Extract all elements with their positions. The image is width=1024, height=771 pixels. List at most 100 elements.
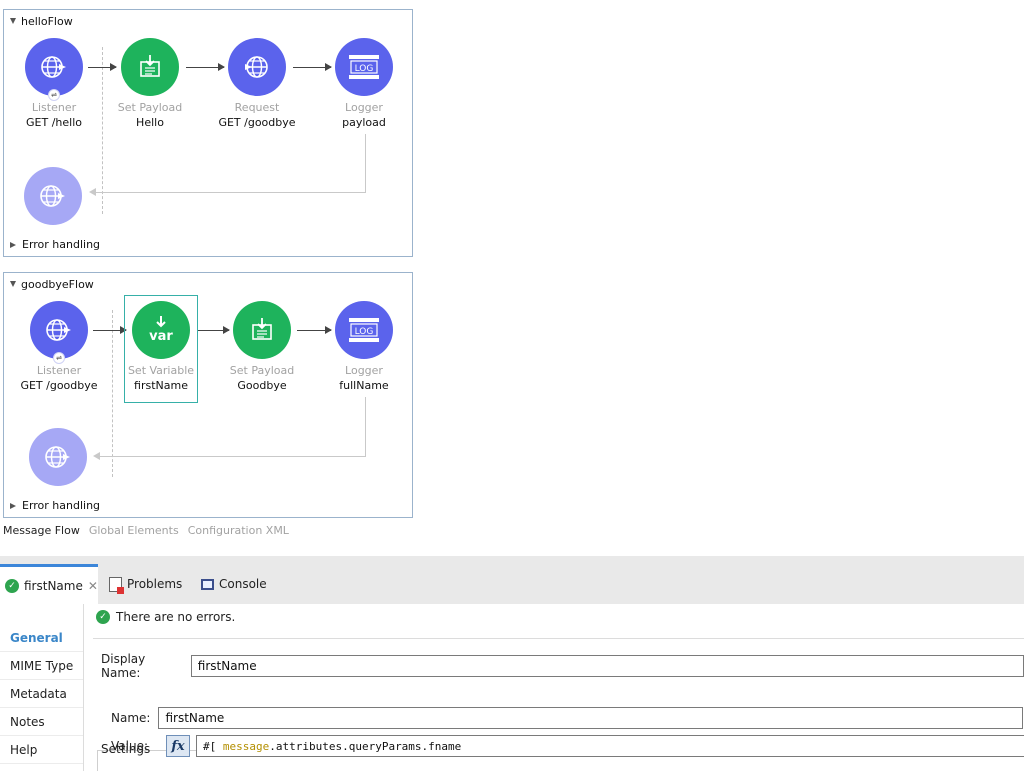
- source-divider: [112, 310, 113, 477]
- return-response-node[interactable]: [29, 428, 87, 486]
- tab-problems[interactable]: Problems: [109, 564, 182, 604]
- globe-icon: [24, 167, 82, 225]
- globe-icon: ⇌: [30, 301, 88, 364]
- tab-label: firstName: [24, 578, 83, 593]
- close-icon[interactable]: ✕: [88, 579, 98, 593]
- error-handling-toggle[interactable]: Error handling: [10, 238, 100, 251]
- node-logger[interactable]: LOG Logger payload: [324, 38, 404, 130]
- validation-status: ✓ There are no errors.: [96, 610, 235, 624]
- value-label: Value:: [111, 739, 148, 753]
- collapse-triangle-icon[interactable]: [10, 18, 16, 24]
- tab-console[interactable]: Console: [201, 564, 267, 604]
- flow-hello: helloFlow ⇌ Listener GET /hello Set Payl…: [3, 9, 413, 257]
- flow-goodbye: goodbyeFlow ⇌ Listener GET /goodbye var …: [3, 272, 413, 518]
- sidebar-item-notes[interactable]: Notes: [0, 708, 83, 736]
- node-name: GET /goodbye: [20, 379, 98, 392]
- name-row: Name: firstName: [111, 707, 1024, 729]
- return-arrowhead: [93, 452, 100, 460]
- node-request[interactable]: Request GET /goodbye: [217, 38, 297, 130]
- expand-triangle-icon[interactable]: [10, 241, 16, 248]
- expr-keyword: message: [222, 739, 270, 753]
- logger-icon-text: LOG: [355, 64, 374, 74]
- sidebar-item-metadata[interactable]: Metadata: [0, 680, 83, 708]
- source-badge-icon: ⇌: [53, 352, 65, 364]
- properties-sidebar: General MIME Type Metadata Notes Help: [0, 604, 84, 771]
- set-variable-icon: var: [132, 301, 190, 359]
- tab-global-elements[interactable]: Global Elements: [89, 524, 179, 537]
- node-type: Logger: [345, 364, 383, 377]
- expr-prefix: #[: [203, 739, 223, 753]
- node-type: Set Variable: [127, 364, 195, 377]
- return-arrowhead: [89, 188, 96, 196]
- return-line: [365, 397, 366, 456]
- properties-panel: ✓ firstName ✕ Problems Console General M…: [0, 556, 1024, 771]
- name-label: Name:: [111, 711, 151, 725]
- node-type: Listener: [31, 101, 77, 114]
- flow-header[interactable]: goodbyeFlow: [10, 277, 94, 291]
- node-type: Set Payload: [229, 364, 295, 377]
- node-listener[interactable]: ⇌ Listener GET /hello: [14, 38, 94, 130]
- node-name: Hello: [136, 116, 164, 129]
- expand-triangle-icon[interactable]: [10, 502, 16, 509]
- console-icon: [201, 578, 214, 590]
- return-response-node[interactable]: [24, 167, 82, 225]
- node-type: Listener: [36, 364, 82, 377]
- node-type: Set Payload: [117, 101, 183, 114]
- editor-tabs: Message Flow Global Elements Configurati…: [3, 524, 289, 537]
- node-set-variable[interactable]: var Set Variable firstName: [124, 295, 198, 403]
- node-name: GET /goodbye: [218, 116, 296, 129]
- var-icon-text: var: [149, 329, 173, 344]
- error-handling-label: Error handling: [22, 499, 101, 512]
- node-type: Logger: [345, 101, 383, 114]
- node-listener[interactable]: ⇌ Listener GET /goodbye: [19, 301, 99, 393]
- display-name-label: Display Name:: [101, 652, 146, 680]
- set-payload-icon: [233, 301, 291, 359]
- error-handling-label: Error handling: [22, 238, 101, 251]
- flow-title: helloFlow: [21, 14, 73, 28]
- globe-icon: [228, 38, 286, 96]
- sidebar-item-help[interactable]: Help: [0, 736, 83, 764]
- node-name: GET /hello: [26, 116, 82, 129]
- expr-rest: .attributes.queryParams.fname: [269, 739, 462, 753]
- logger-icon-text: LOG: [355, 327, 374, 337]
- tab-message-flow[interactable]: Message Flow: [3, 524, 80, 537]
- set-payload-icon: [121, 38, 179, 96]
- sidebar-item-general[interactable]: General: [0, 624, 83, 652]
- check-circle-icon: ✓: [96, 610, 110, 624]
- panel-tabbar: ✓ firstName ✕ Problems Console: [0, 556, 1024, 604]
- tab-configuration-xml[interactable]: Configuration XML: [188, 524, 289, 537]
- status-text: There are no errors.: [116, 610, 236, 624]
- return-line: [94, 192, 366, 193]
- source-divider: [102, 47, 103, 214]
- globe-icon: ⇌: [25, 38, 83, 101]
- display-name-field[interactable]: firstName: [190, 655, 1024, 677]
- name-field[interactable]: firstName: [158, 707, 1024, 729]
- return-line: [98, 456, 366, 457]
- flow-header[interactable]: helloFlow: [10, 14, 73, 28]
- logger-icon: LOG: [335, 38, 393, 96]
- source-badge-icon: ⇌: [48, 89, 60, 101]
- connector-arrow: [93, 326, 127, 334]
- problems-icon: [109, 576, 124, 594]
- node-set-payload[interactable]: Set Payload Hello: [110, 38, 190, 130]
- sidebar-item-mime-type[interactable]: MIME Type: [0, 652, 83, 680]
- check-circle-icon: ✓: [5, 578, 19, 593]
- globe-icon: [29, 428, 87, 486]
- tab-firstname[interactable]: ✓ firstName ✕: [0, 564, 98, 604]
- node-logger[interactable]: LOG Logger fullName: [324, 301, 404, 393]
- logger-icon: LOG: [335, 301, 393, 359]
- node-type: Request: [234, 101, 280, 114]
- display-name-row: Display Name: firstName: [101, 652, 1024, 680]
- node-name: payload: [342, 116, 386, 129]
- value-row: Value: fx #[ message .attributes.queryPa…: [111, 735, 1024, 757]
- node-set-payload[interactable]: Set Payload Goodbye: [222, 301, 302, 393]
- node-name: Goodbye: [237, 379, 287, 392]
- value-expression-field[interactable]: #[ message .attributes.queryParams.fname: [196, 735, 1024, 757]
- properties-content: ✓ There are no errors. Display Name: fir…: [93, 604, 1024, 771]
- flow-title: goodbyeFlow: [21, 277, 94, 291]
- fx-toggle-button[interactable]: fx: [166, 735, 190, 757]
- return-line: [365, 134, 366, 192]
- error-handling-toggle[interactable]: Error handling: [10, 499, 100, 512]
- collapse-triangle-icon[interactable]: [10, 281, 16, 287]
- node-name: fullName: [339, 379, 389, 392]
